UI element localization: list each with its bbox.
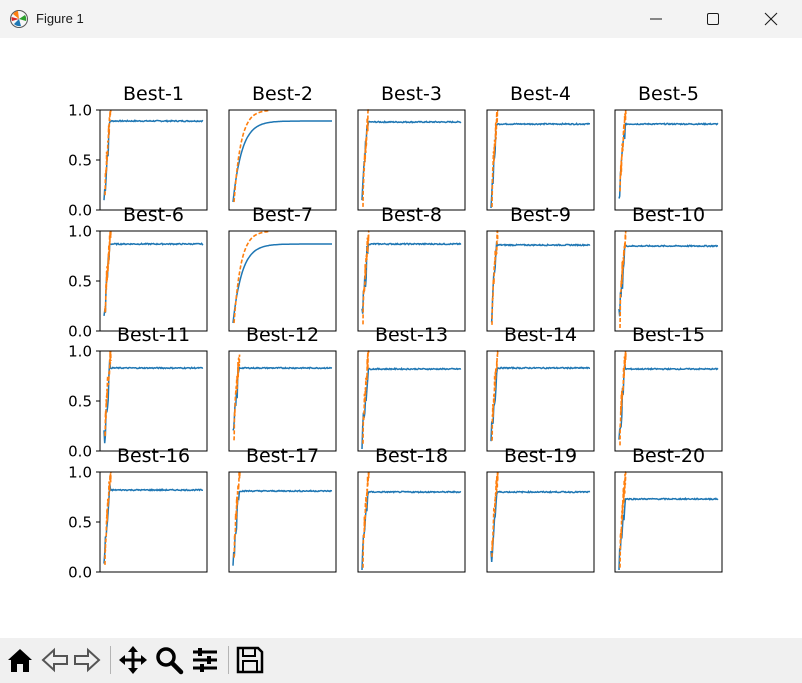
subplot-title: Best-12 [246, 324, 319, 346]
subplot: Best-6 0.0 0.5 1.0 [68, 204, 208, 341]
subplot-title: Best-18 [375, 445, 448, 467]
y-tick-label: 0.5 [68, 514, 92, 532]
subplot-title: Best-11 [117, 324, 190, 346]
subplot-title: Best-8 [381, 204, 442, 226]
title-bar: Figure 1 [0, 0, 802, 38]
y-tick-label: 0.0 [68, 323, 92, 341]
subplot: Best-12 [228, 324, 337, 452]
subplot-title: Best-1 [123, 83, 184, 105]
subplot: Best-16 0.0 0.5 1.0 [68, 445, 208, 582]
save-button[interactable] [235, 645, 265, 675]
y-tick-label: 1.0 [68, 223, 92, 241]
maximize-button[interactable] [684, 0, 742, 38]
subplot: Best-7 [228, 204, 337, 332]
y-tick-label: 0.0 [68, 564, 92, 582]
subplot: Best-1 0.0 0.5 1.0 [68, 83, 208, 220]
y-tick-label: 0.0 [68, 443, 92, 461]
y-tick-label: 0.5 [68, 393, 92, 411]
plot-area [358, 110, 465, 210]
pan-button[interactable] [118, 645, 148, 675]
plot-area [100, 110, 207, 210]
subplot: Best-17 [228, 445, 337, 573]
subplot-title: Best-13 [375, 324, 448, 346]
plot-area [100, 231, 207, 331]
plot-area [100, 351, 207, 451]
subplot: Best-14 [486, 324, 595, 452]
subplot-title: Best-4 [510, 83, 571, 105]
subplot: Best-20 [614, 445, 723, 573]
back-button[interactable] [40, 645, 70, 675]
navigation-toolbar [0, 638, 802, 683]
toolbar-separator [110, 646, 111, 674]
matplotlib-logo-icon [10, 10, 28, 28]
subplot-title: Best-3 [381, 83, 442, 105]
save-icon [236, 646, 264, 674]
y-tick-label: 0.0 [68, 202, 92, 220]
plot-area [615, 472, 722, 572]
subplot-title: Best-14 [504, 324, 577, 346]
subplot-title: Best-9 [510, 204, 571, 226]
plot-area [358, 351, 465, 451]
subplot: Best-11 0.0 0.5 1.0 [68, 324, 208, 461]
subplot-title: Best-16 [117, 445, 190, 467]
subplot-grid: Best-1 0.0 0.5 1.0 Best-2 Best-3 Best-4 Best-5 B… [68, 83, 723, 582]
zoom-button[interactable] [154, 645, 184, 675]
subplot-title: Best-2 [252, 83, 313, 105]
y-tick-label: 0.5 [68, 152, 92, 170]
subplot: Best-8 [357, 204, 466, 332]
plot-area [487, 472, 594, 572]
zoom-icon [156, 647, 184, 675]
plot-area [229, 351, 336, 451]
subplot: Best-5 [614, 83, 723, 211]
subplot: Best-3 [357, 83, 466, 211]
subplot: Best-19 [486, 445, 595, 573]
plot-area [358, 472, 465, 572]
home-button[interactable] [5, 645, 35, 675]
subplot: Best-13 [357, 324, 466, 452]
subplot: Best-9 [486, 204, 595, 332]
configure-subplots-icon [193, 648, 217, 672]
toolbar-separator [228, 646, 229, 674]
pan-icon [119, 646, 147, 674]
subplot-title: Best-10 [632, 204, 705, 226]
plot-area [615, 351, 722, 451]
subplot-title: Best-15 [632, 324, 705, 346]
back-arrow-icon [41, 647, 68, 673]
close-button[interactable] [742, 0, 800, 38]
forward-button[interactable] [72, 645, 102, 675]
forward-arrow-icon [74, 647, 101, 673]
subplot: Best-4 [486, 83, 595, 211]
y-tick-label: 0.5 [68, 273, 92, 291]
subplot-title: Best-19 [504, 445, 577, 467]
subplot: Best-18 [357, 445, 466, 573]
subplot-title: Best-7 [252, 204, 313, 226]
minimize-button[interactable] [627, 0, 685, 38]
window-title: Figure 1 [36, 11, 84, 26]
configure-subplots-button[interactable] [190, 645, 220, 675]
subplot: Best-15 [614, 324, 723, 452]
subplot-title: Best-20 [632, 445, 705, 467]
plot-area [358, 231, 465, 331]
plot-area [229, 472, 336, 572]
plot-area [229, 231, 336, 331]
plot-area [487, 351, 594, 451]
plot-area [100, 472, 207, 572]
subplot-title: Best-6 [123, 204, 184, 226]
plot-area [229, 110, 336, 210]
y-tick-label: 1.0 [68, 464, 92, 482]
close-icon [764, 12, 778, 26]
home-icon [8, 649, 32, 672]
y-tick-label: 1.0 [68, 102, 92, 120]
y-tick-label: 1.0 [68, 343, 92, 361]
subplot: Best-2 [228, 83, 337, 211]
figure-canvas: Best-1 0.0 0.5 1.0 Best-2 Best-3 Best-4 Best-5 B… [0, 38, 802, 638]
maximize-icon [707, 13, 719, 25]
subplot: Best-10 [614, 204, 723, 332]
subplot-title: Best-17 [246, 445, 319, 467]
subplot-title: Best-5 [638, 83, 699, 105]
